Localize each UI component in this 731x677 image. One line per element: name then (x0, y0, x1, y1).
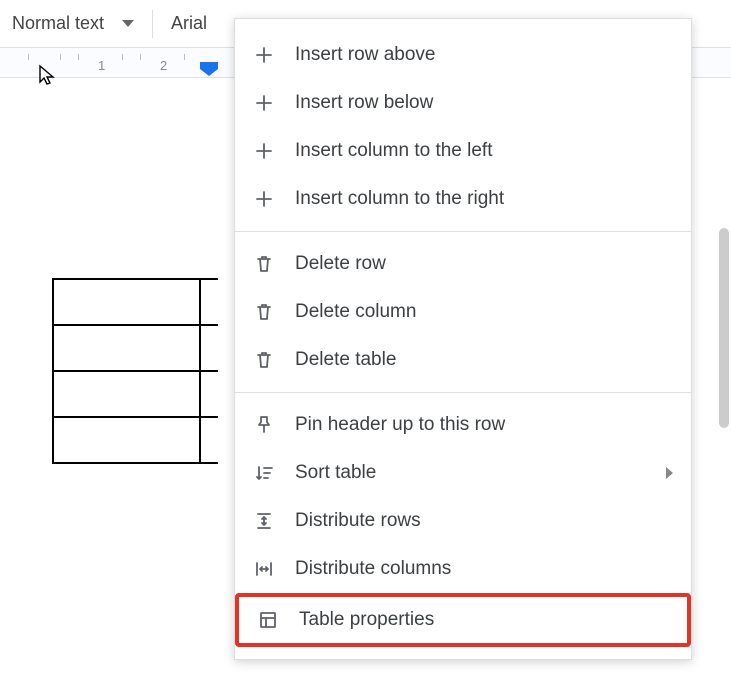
submenu-arrow-icon (666, 467, 673, 479)
menu-item-label: Delete column (295, 301, 416, 323)
menu-item-insert-row-above[interactable]: Insert row above (235, 31, 691, 79)
plus-icon (253, 92, 275, 114)
menu-item-insert-column-to-the-right[interactable]: Insert column to the right (235, 175, 691, 223)
table-cell[interactable] (53, 371, 200, 417)
table-cell[interactable] (200, 371, 218, 417)
trash-icon (253, 253, 275, 275)
menu-item-label: Insert column to the right (295, 188, 504, 210)
document-table[interactable] (52, 278, 218, 464)
menu-item-table-properties[interactable]: Table properties (235, 593, 691, 647)
table-props-icon (257, 609, 279, 631)
menu-item-label: Delete table (295, 349, 396, 371)
menu-item-label: Delete row (295, 253, 386, 275)
trash-icon (253, 301, 275, 323)
menu-item-label: Sort table (295, 462, 376, 484)
chevron-down-icon (122, 20, 134, 27)
table-cell[interactable] (200, 417, 218, 463)
table-cell[interactable] (200, 325, 218, 371)
table-cell[interactable] (53, 417, 200, 463)
font-family-label: Arial (171, 13, 207, 34)
menu-item-insert-row-below[interactable]: Insert row below (235, 79, 691, 127)
menu-item-distribute-columns[interactable]: Distribute columns (235, 545, 691, 593)
plus-icon (253, 188, 275, 210)
table-cell[interactable] (200, 279, 218, 325)
ruler-mark: 1 (98, 58, 105, 73)
menu-item-sort-table[interactable]: Sort table (235, 449, 691, 497)
menu-item-insert-column-to-the-left[interactable]: Insert column to the left (235, 127, 691, 175)
table-context-menu: Insert row above Insert row below Insert c… (234, 18, 692, 660)
ruler-indent-marker[interactable] (200, 62, 218, 76)
paragraph-style-dropdown[interactable]: Normal text (4, 9, 142, 38)
scrollbar-thumb[interactable] (719, 228, 729, 428)
menu-item-delete-column[interactable]: Delete column (235, 288, 691, 336)
menu-item-pin-header-up-to-this-row[interactable]: Pin header up to this row (235, 401, 691, 449)
ruler-mark: 2 (160, 58, 167, 73)
menu-item-label: Insert column to the left (295, 140, 493, 162)
font-family-dropdown[interactable]: Arial (163, 9, 215, 38)
menu-divider (235, 231, 691, 232)
menu-item-label: Pin header up to this row (295, 414, 505, 436)
pin-icon (253, 414, 275, 436)
menu-divider (235, 392, 691, 393)
sort-icon (253, 462, 275, 484)
dist-rows-icon (253, 510, 275, 532)
menu-item-delete-row[interactable]: Delete row (235, 240, 691, 288)
menu-item-label: Insert row below (295, 92, 433, 114)
plus-icon (253, 140, 275, 162)
menu-item-label: Distribute rows (295, 510, 421, 532)
toolbar-divider (152, 10, 153, 38)
menu-item-label: Table properties (299, 609, 434, 631)
dist-cols-icon (253, 558, 275, 580)
plus-icon (253, 44, 275, 66)
table-cell[interactable] (53, 279, 200, 325)
menu-item-label: Insert row above (295, 44, 435, 66)
menu-item-distribute-rows[interactable]: Distribute rows (235, 497, 691, 545)
trash-icon (253, 349, 275, 371)
menu-item-delete-table[interactable]: Delete table (235, 336, 691, 384)
menu-item-label: Distribute columns (295, 558, 451, 580)
table-cell[interactable] (53, 325, 200, 371)
paragraph-style-label: Normal text (12, 13, 104, 34)
